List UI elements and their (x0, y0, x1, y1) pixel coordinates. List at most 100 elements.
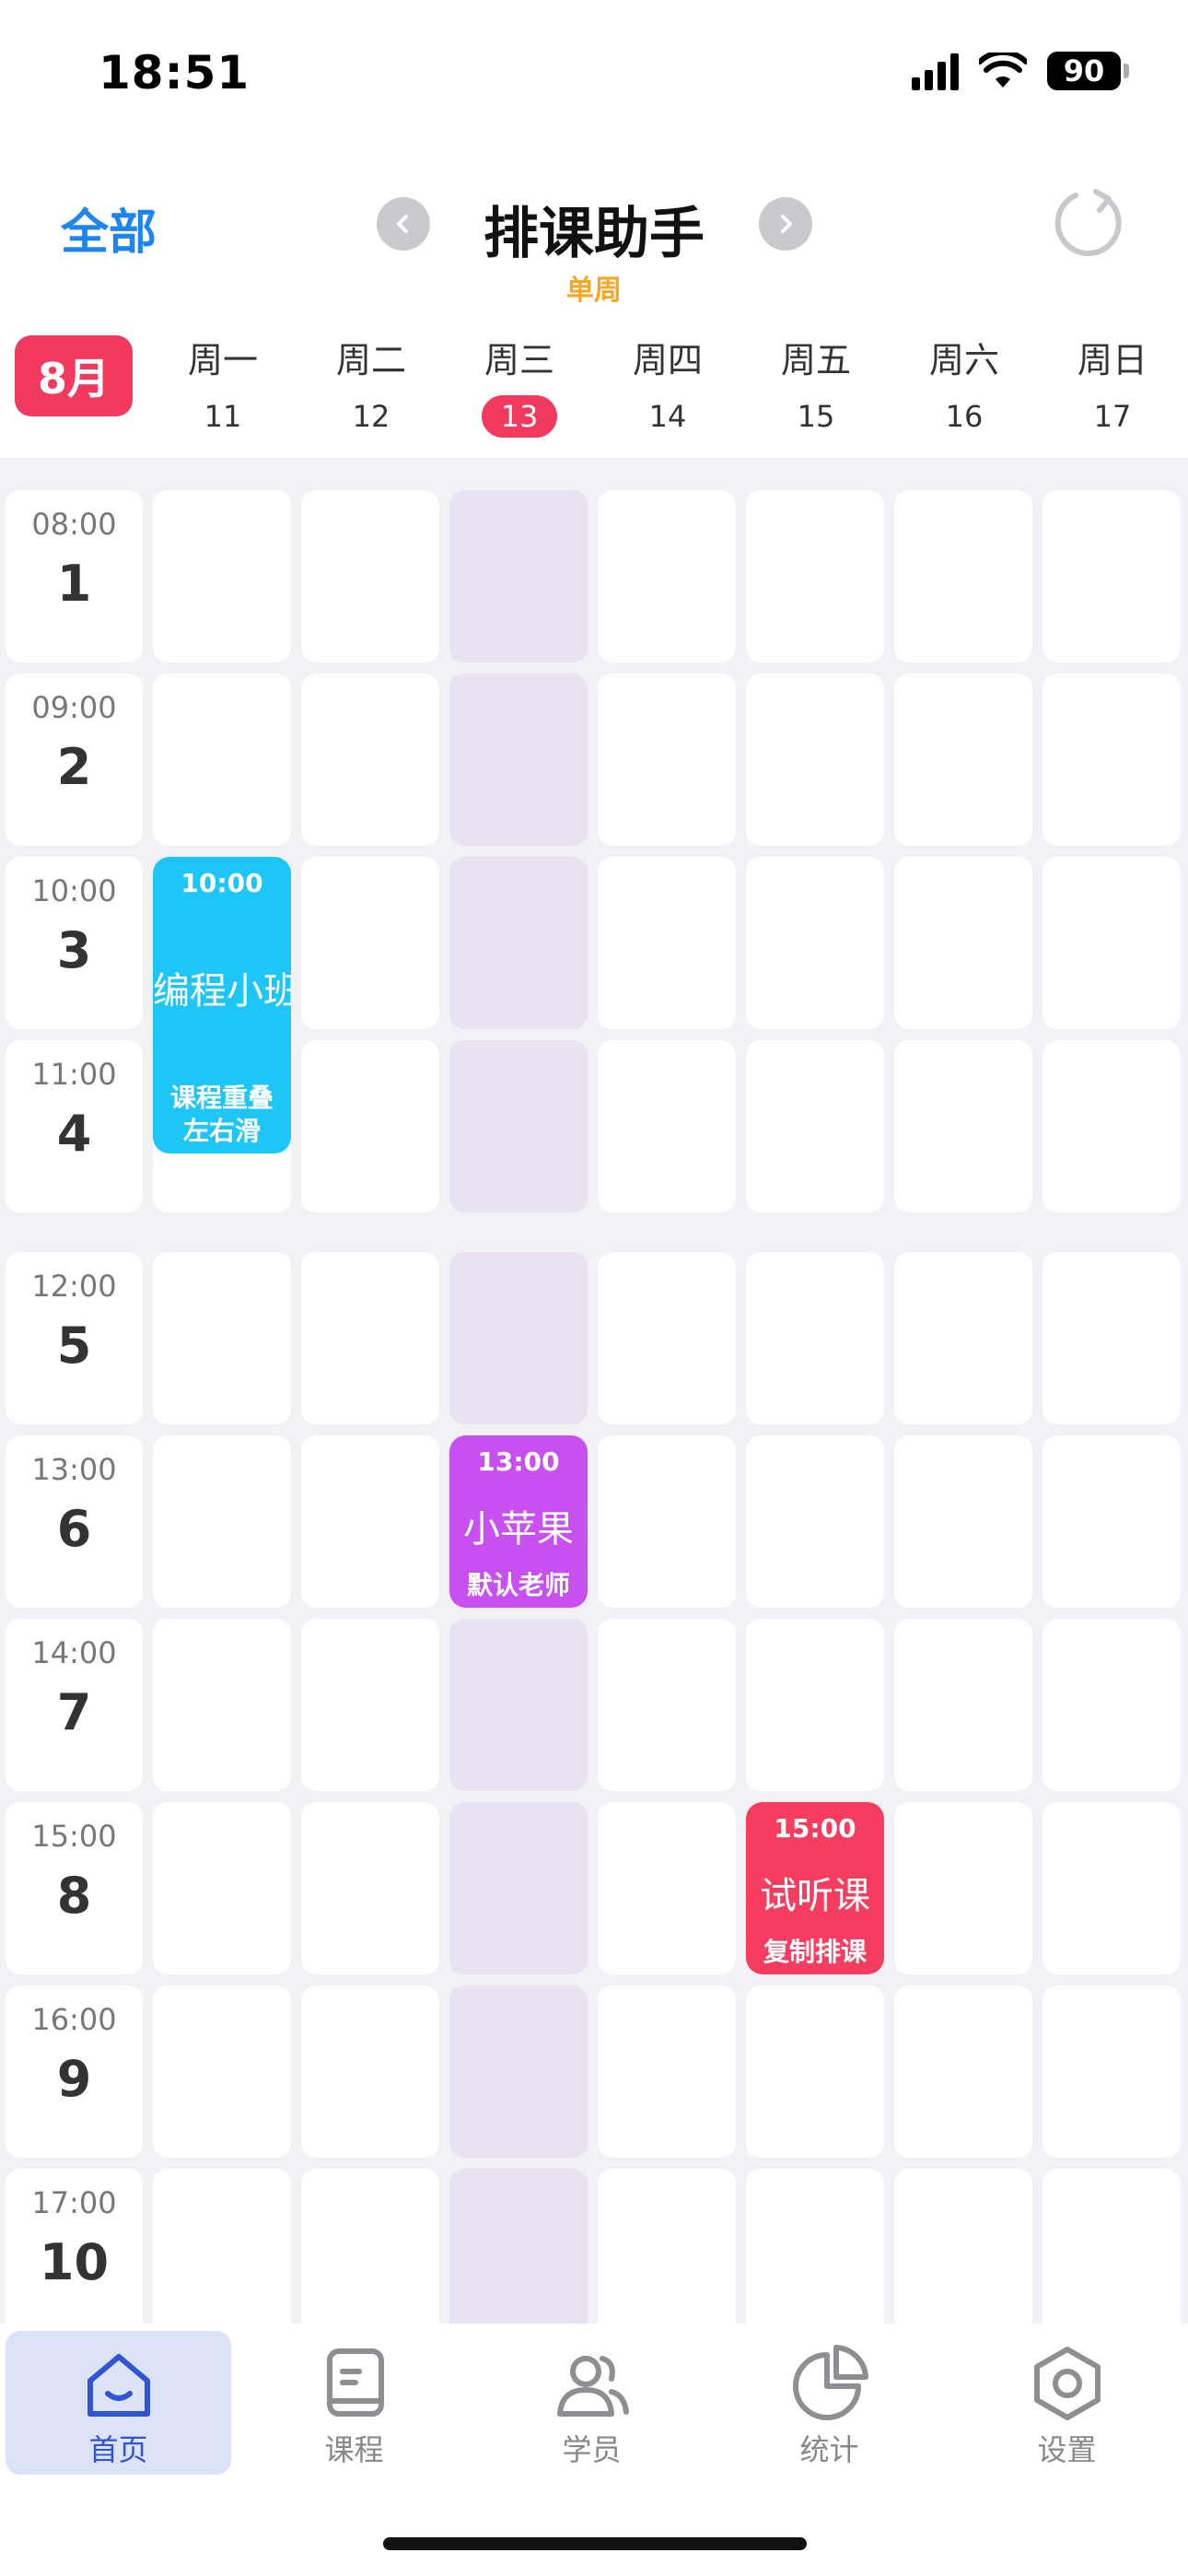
schedule-cell[interactable] (449, 1252, 588, 1424)
weekday-name: 周三 (483, 340, 554, 381)
period-start-time: 13:00 (31, 1452, 117, 1487)
event-note: 课程重叠 左右滑 (153, 1082, 291, 1148)
schedule-cell[interactable] (598, 1435, 736, 1608)
schedule-cell[interactable] (449, 1985, 588, 2158)
weekday-name: 周一 (187, 340, 258, 381)
schedule-cell[interactable] (301, 1619, 439, 1791)
period-start-time: 10:00 (31, 873, 117, 908)
schedule-cell[interactable] (449, 1040, 588, 1212)
tab-home[interactable]: 首页 (6, 2331, 231, 2475)
schedule-cell[interactable] (301, 1435, 439, 1608)
schedule-cell[interactable] (746, 2169, 884, 2324)
period-number: 9 (56, 2050, 92, 2108)
schedule-cell[interactable] (598, 1252, 736, 1424)
weekday-name: 周四 (632, 340, 703, 381)
schedule-cell[interactable] (598, 2169, 736, 2324)
schedule-cell[interactable] (153, 1435, 291, 1608)
schedule-cell[interactable] (153, 673, 291, 846)
schedule-cell[interactable] (598, 1040, 736, 1212)
refresh-icon[interactable] (1050, 184, 1127, 262)
course-event-card[interactable]: 15:00 试听课 复制排课 (746, 1802, 884, 1974)
period-number: 10 (39, 2233, 110, 2291)
tab-book[interactable]: 课程 (241, 2331, 467, 2475)
schedule-cell[interactable] (449, 1619, 588, 1791)
schedule-cell[interactable] (598, 857, 736, 1029)
weekday-column-3[interactable]: 周三 13 (450, 332, 588, 438)
schedule-cell[interactable] (598, 673, 736, 846)
schedule-cell[interactable] (598, 1802, 736, 1974)
weekday-column-6[interactable]: 周六 16 (895, 332, 1033, 438)
weekday-column-5[interactable]: 周五 15 (747, 332, 885, 438)
schedule-cell[interactable] (301, 1802, 439, 1974)
schedule-cell[interactable] (1042, 673, 1181, 846)
schedule-cell[interactable] (746, 1040, 884, 1212)
weekday-column-4[interactable]: 周四 14 (599, 332, 737, 438)
schedule-cell[interactable] (153, 1802, 291, 1974)
schedule-cell[interactable] (894, 1040, 1032, 1212)
schedule-cell[interactable] (598, 1985, 736, 2158)
schedule-cell[interactable] (449, 673, 588, 846)
schedule-cell[interactable] (1042, 1040, 1181, 1212)
status-time: 18:51 (99, 46, 250, 100)
schedule-cell[interactable] (449, 857, 588, 1029)
weekday-name: 周二 (335, 340, 406, 381)
schedule-cell[interactable] (449, 1802, 588, 1974)
period-number: 8 (56, 1867, 92, 1925)
course-event-card[interactable]: 10:00 编程小班 课程重叠 左右滑 (153, 857, 291, 1153)
schedule-cell[interactable] (894, 2169, 1032, 2324)
schedule-cell[interactable] (746, 1252, 884, 1424)
schedule-cell[interactable] (746, 857, 884, 1029)
schedule-cell[interactable] (1042, 1985, 1181, 2158)
schedule-cell[interactable] (1042, 857, 1181, 1029)
tab-users[interactable]: 学员 (479, 2331, 705, 2475)
schedule-cell[interactable] (301, 490, 439, 662)
schedule-cell[interactable] (1042, 1619, 1181, 1791)
schedule-cell[interactable] (153, 2169, 291, 2324)
schedule-cell[interactable] (598, 490, 736, 662)
schedule-cell[interactable] (301, 1252, 439, 1424)
schedule-cell[interactable] (746, 1435, 884, 1608)
schedule-cell[interactable] (301, 2169, 439, 2324)
schedule-cell[interactable] (1042, 490, 1181, 662)
course-event-card[interactable]: 13:00 小苹果 默认老师 (449, 1435, 588, 1608)
month-badge[interactable]: 8月 (15, 335, 133, 416)
tab-settings[interactable]: 设置 (954, 2331, 1180, 2475)
schedule-cell[interactable] (894, 1802, 1032, 1974)
schedule-cell[interactable] (894, 1435, 1032, 1608)
schedule-cell[interactable] (153, 1985, 291, 2158)
schedule-cell[interactable] (301, 857, 439, 1029)
schedule-cell[interactable] (1042, 1802, 1181, 1974)
schedule-cell[interactable] (301, 1985, 439, 2158)
schedule-cell[interactable] (746, 673, 884, 846)
schedule-cell[interactable] (598, 1619, 736, 1791)
schedule-cell[interactable] (1042, 1435, 1181, 1608)
schedule-cell[interactable] (449, 2169, 588, 2324)
weekday-column-7[interactable]: 周日 17 (1043, 332, 1182, 438)
weekday-column-1[interactable]: 周一 11 (154, 332, 292, 438)
period-label-7: 14:00 7 (6, 1619, 143, 1791)
schedule-cell[interactable] (153, 1619, 291, 1791)
schedule-cell[interactable] (894, 490, 1032, 662)
schedule-cell[interactable] (449, 490, 588, 662)
event-note-line: 左右滑 (182, 1116, 261, 1146)
tab-pie-chart[interactable]: 统计 (716, 2331, 942, 2475)
schedule-cell[interactable] (894, 857, 1032, 1029)
schedule-cell[interactable] (746, 490, 884, 662)
schedule-cell[interactable] (894, 1985, 1032, 2158)
weekday-column-2[interactable]: 周二 12 (302, 332, 440, 438)
week-mode-label[interactable]: 单周 (0, 267, 1188, 308)
schedule-cell[interactable] (301, 1040, 439, 1212)
tab-label: 设置 (1037, 2432, 1097, 2467)
schedule-cell[interactable] (894, 1619, 1032, 1791)
schedule-cell[interactable] (1042, 1252, 1181, 1424)
schedule-cell[interactable] (894, 1252, 1032, 1424)
weekday-date: 12 (352, 399, 390, 434)
schedule-cell[interactable] (746, 1619, 884, 1791)
schedule-cell[interactable] (153, 490, 291, 662)
schedule-cell[interactable] (746, 1985, 884, 2158)
schedule-cell[interactable] (301, 673, 439, 846)
next-week-button[interactable] (759, 197, 812, 251)
schedule-cell[interactable] (153, 1252, 291, 1424)
schedule-cell[interactable] (1042, 2169, 1181, 2324)
schedule-cell[interactable] (894, 673, 1032, 846)
